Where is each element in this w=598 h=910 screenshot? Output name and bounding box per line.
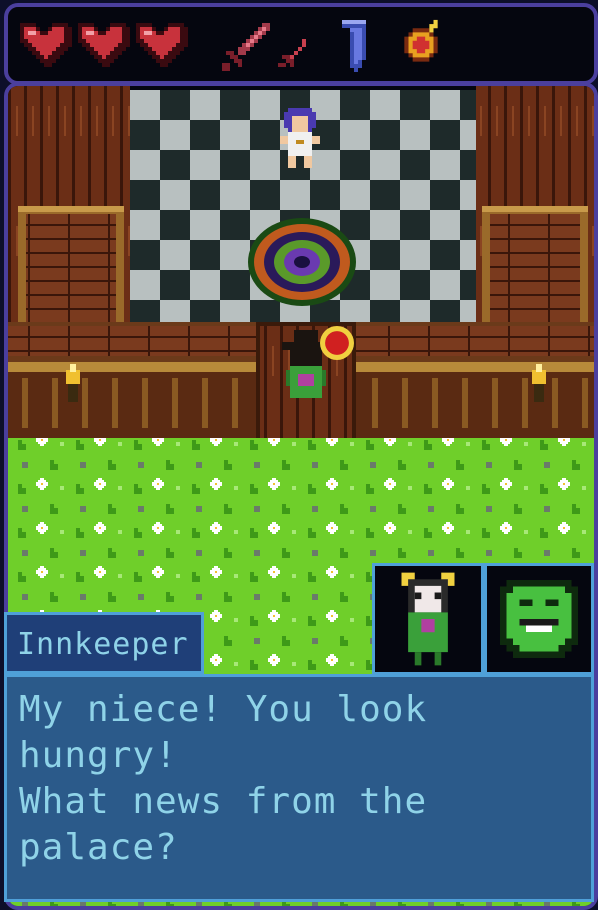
- heart-icon: [20, 23, 72, 67]
- hud-bar: [4, 3, 598, 85]
- player-portrait: [372, 563, 484, 675]
- heart-icon: [78, 23, 130, 67]
- innkeeper-portrait-sprite: [500, 580, 578, 658]
- sword-icon[interactable]: [214, 19, 274, 75]
- amulet-icon[interactable]: [396, 19, 446, 75]
- dialog-box[interactable]: My niece! You look hungry! What news fro…: [4, 674, 594, 902]
- heart-icon: [136, 23, 188, 67]
- dialog-text: My niece! You look hungry! What news fro…: [19, 689, 428, 868]
- speaker-name-box: Innkeeper: [4, 612, 204, 674]
- player-portrait-sprite: [401, 572, 455, 666]
- dagger-icon[interactable]: [274, 35, 310, 71]
- speaker-name: Innkeeper: [17, 627, 189, 662]
- shield-icon[interactable]: [338, 15, 370, 77]
- innkeeper-portrait: [484, 563, 594, 675]
- princess-npc[interactable]: [276, 108, 324, 180]
- glowing-orb-item[interactable]: [320, 326, 354, 360]
